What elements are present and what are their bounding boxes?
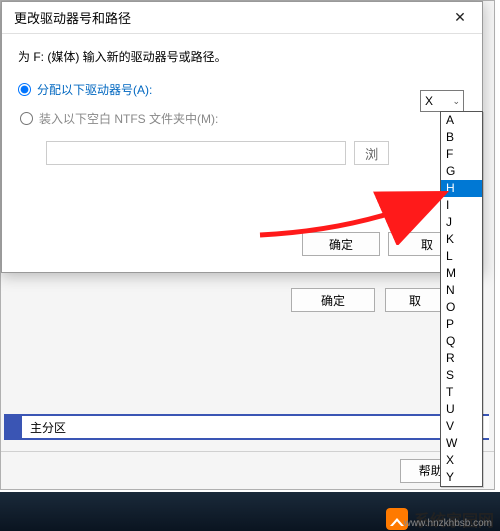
close-icon: ✕ [454,9,466,26]
outer-cancel-button[interactable]: 取 [385,288,445,312]
option-mount-label[interactable]: 装入以下空白 NTFS 文件夹中(M): [39,110,218,127]
drive-option-u[interactable]: U [441,401,482,418]
radio-assign[interactable] [18,83,31,96]
drive-option-r[interactable]: R [441,350,482,367]
option-mount-folder[interactable]: 装入以下空白 NTFS 文件夹中(M): [20,110,466,127]
drive-option-w[interactable]: W [441,435,482,452]
drive-option-o[interactable]: O [441,299,482,316]
drive-option-a[interactable]: A [441,112,482,129]
ok-button[interactable]: 确定 [302,232,380,256]
folder-input-row: 浏 [46,141,466,165]
outer-dialog-buttons: 确定 取 [291,288,445,312]
titlebar: 更改驱动器号和路径 ✕ [2,2,482,34]
option-assign-letter[interactable]: 分配以下驱动器号(A): [18,81,466,98]
drive-option-t[interactable]: T [441,384,482,401]
statusbar: 帮助(H) [1,451,494,489]
radio-mount[interactable] [20,112,33,125]
watermark-url: www.hnzkhbsb.com [404,518,492,529]
parent-dialog: 更改驱动器号和路径 ✕ 为 F: (媒体) 输入新的驱动器号或路径。 分配以下驱… [0,0,495,490]
drive-option-i[interactable]: I [441,197,482,214]
dialog-body: 为 F: (媒体) 输入新的驱动器号或路径。 分配以下驱动器号(A): 装入以下… [2,34,482,179]
drive-option-v[interactable]: V [441,418,482,435]
close-button[interactable]: ✕ [438,3,482,33]
dialog-title: 更改驱动器号和路径 [14,8,131,27]
drive-option-m[interactable]: M [441,265,482,282]
option-assign-label[interactable]: 分配以下驱动器号(A): [37,81,152,98]
instruction-text: 为 F: (媒体) 输入新的驱动器号或路径。 [18,48,466,65]
change-drive-letter-dialog: 更改驱动器号和路径 ✕ 为 F: (媒体) 输入新的驱动器号或路径。 分配以下驱… [1,1,483,273]
drive-option-f[interactable]: F [441,146,482,163]
drive-letter-select[interactable]: X ⌄ [420,90,464,112]
drive-option-s[interactable]: S [441,367,482,384]
drive-option-k[interactable]: K [441,231,482,248]
drive-option-p[interactable]: P [441,316,482,333]
primary-partition-color-icon [6,416,22,438]
folder-path-input[interactable] [46,141,346,165]
chevron-down-icon: ⌄ [452,96,463,107]
drive-option-n[interactable]: N [441,282,482,299]
drive-option-l[interactable]: L [441,248,482,265]
drive-option-q[interactable]: Q [441,333,482,350]
drive-letter-dropdown[interactable]: ABFGHIJKLMNOPQRSTUVWXY [440,111,483,487]
drive-option-y[interactable]: Y [441,469,482,486]
browse-button[interactable]: 浏 [354,141,389,165]
drive-select-value: X [425,94,433,108]
partition-legend: 主分区 [4,414,489,440]
outer-ok-button[interactable]: 确定 [291,288,375,312]
drive-option-h[interactable]: H [441,180,482,197]
drive-option-j[interactable]: J [441,214,482,231]
drive-option-x[interactable]: X [441,452,482,469]
drive-option-b[interactable]: B [441,129,482,146]
partition-label: 主分区 [30,419,66,436]
drive-option-g[interactable]: G [441,163,482,180]
